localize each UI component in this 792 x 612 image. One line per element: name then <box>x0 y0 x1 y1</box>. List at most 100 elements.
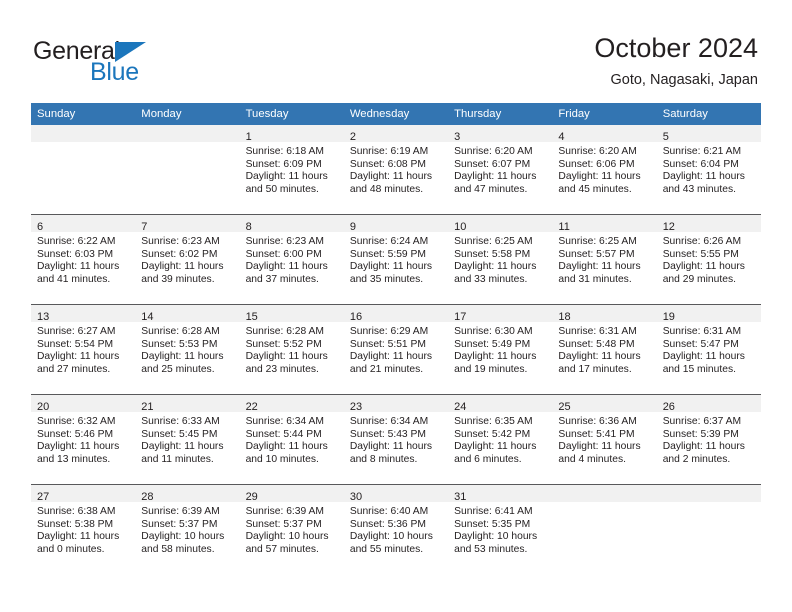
sunrise-text: Sunrise: 6:26 AM <box>662 236 742 247</box>
daylight-text: Daylight: 11 hours and 2 minutes. <box>662 441 745 465</box>
brand-logo[interactable]: General Blue <box>33 38 233 90</box>
daylight-text: Daylight: 11 hours and 4 minutes. <box>558 441 641 465</box>
sunset-text: Sunset: 6:02 PM <box>141 248 218 260</box>
daylight-text: Daylight: 11 hours and 27 minutes. <box>37 351 120 375</box>
daylight-text: Daylight: 10 hours and 58 minutes. <box>141 531 225 555</box>
calendar-day-cell[interactable]: 11 Sunrise: 6:25 AM Sunset: 5:57 PM Dayligh… <box>552 214 657 305</box>
calendar-day-cell[interactable]: 4 Sunrise: 6:20 AM Sunset: 6:06 PM Daylight… <box>552 125 657 215</box>
calendar-day-cell[interactable]: 20 Sunrise: 6:32 AM Sunset: 5:46 PM Dayligh… <box>31 394 136 485</box>
calendar-day-cell[interactable]: 24 Sunrise: 6:35 AM Sunset: 5:42 PM Dayligh… <box>448 394 553 485</box>
day-number: 13 <box>37 311 50 323</box>
calendar-day-cell[interactable]: 3 Sunrise: 6:20 AM Sunset: 6:07 PM Daylight… <box>448 125 553 215</box>
day-number-band: 21 <box>135 395 240 413</box>
weekday-header-tuesday: Tuesday <box>239 103 344 125</box>
sunset-text: Sunset: 6:09 PM <box>245 158 322 170</box>
sunset-text: Sunset: 5:45 PM <box>141 428 218 440</box>
calendar-day-cell[interactable]: 14 Sunrise: 6:28 AM Sunset: 5:53 PM Dayligh… <box>135 304 240 395</box>
day-number: 30 <box>349 491 363 503</box>
day-details: Sunrise: 6:41 AM Sunset: 5:35 PM Daylight:… <box>448 502 552 556</box>
calendar-day-cell[interactable]: 1 Sunrise: 6:18 AM Sunset: 6:09 PM Daylight… <box>239 125 344 215</box>
page-title: October 2024 <box>594 33 758 63</box>
calendar-day-cell[interactable]: 25 Sunrise: 6:36 AM Sunset: 5:41 PM Dayligh… <box>552 394 657 485</box>
calendar-day-cell[interactable]: 29 Sunrise: 6:39 AM Sunset: 5:37 PM Dayligh… <box>239 484 344 574</box>
day-number: 5 <box>662 131 669 143</box>
day-details: Sunrise: 6:28 AM Sunset: 5:52 PM Daylight:… <box>240 322 344 376</box>
day-number: 14 <box>141 311 154 323</box>
calendar-day-cell[interactable]: 15 Sunrise: 6:28 AM Sunset: 5:52 PM Dayligh… <box>239 304 344 395</box>
calendar-day-cell[interactable]: 19 Sunrise: 6:31 AM Sunset: 5:47 PM Dayligh… <box>656 304 761 395</box>
day-number: 12 <box>662 221 675 233</box>
calendar-day-cell[interactable]: 13 Sunrise: 6:27 AM Sunset: 5:54 PM Dayligh… <box>31 304 136 395</box>
day-number-band: 15 <box>239 305 344 323</box>
sunset-text: Sunset: 6:08 PM <box>349 158 426 170</box>
calendar-day-cell[interactable]: 5 Sunrise: 6:21 AM Sunset: 6:04 PM Daylight… <box>656 125 761 215</box>
calendar-day-cell[interactable]: 28 Sunrise: 6:39 AM Sunset: 5:37 PM Dayligh… <box>135 484 240 574</box>
day-details: Sunrise: 6:25 AM Sunset: 5:58 PM Daylight:… <box>448 232 552 286</box>
sunset-text: Sunset: 5:41 PM <box>558 428 635 440</box>
daylight-text: Daylight: 11 hours and 19 minutes. <box>454 351 537 375</box>
day-number: 9 <box>349 221 356 233</box>
sunrise-text: Sunrise: 6:31 AM <box>662 326 742 337</box>
sunset-text: Sunset: 5:53 PM <box>141 338 218 350</box>
day-details: Sunrise: 6:40 AM Sunset: 5:36 PM Daylight:… <box>344 502 448 556</box>
day-details: Sunrise: 6:29 AM Sunset: 5:51 PM Daylight:… <box>344 322 448 376</box>
day-number: 22 <box>245 401 258 413</box>
calendar-day-cell[interactable]: 6 Sunrise: 6:22 AM Sunset: 6:03 PM Daylight… <box>31 214 136 305</box>
calendar-day-cell[interactable]: 17 Sunrise: 6:30 AM Sunset: 5:49 PM Dayligh… <box>448 304 553 395</box>
day-details: Sunrise: 6:20 AM Sunset: 6:06 PM Daylight:… <box>552 142 656 196</box>
calendar-day-cell[interactable]: 10 Sunrise: 6:25 AM Sunset: 5:58 PM Dayligh… <box>448 214 553 305</box>
sunrise-text: Sunrise: 6:18 AM <box>245 146 324 157</box>
sunrise-text: Sunrise: 6:33 AM <box>141 416 220 427</box>
calendar-day-cell[interactable]: 30 Sunrise: 6:40 AM Sunset: 5:36 PM Dayligh… <box>343 484 449 574</box>
sunset-text: Sunset: 5:42 PM <box>454 428 531 440</box>
calendar-day-cell[interactable]: 22 Sunrise: 6:34 AM Sunset: 5:44 PM Dayligh… <box>239 394 344 485</box>
calendar-week-row: 1 Sunrise: 6:18 AM Sunset: 6:09 PM Daylight… <box>31 125 761 215</box>
sunrise-text: Sunrise: 6:40 AM <box>349 506 429 517</box>
sunset-text: Sunset: 5:51 PM <box>349 338 426 350</box>
page-header: General Blue October 2024 Goto, Nagasaki… <box>0 0 792 103</box>
day-number: 4 <box>558 131 565 143</box>
daylight-text: Daylight: 10 hours and 55 minutes. <box>349 531 433 555</box>
calendar-day-cell[interactable]: 2 Sunrise: 6:19 AM Sunset: 6:08 PM Daylight… <box>343 125 449 215</box>
calendar-day-cell[interactable]: 27 Sunrise: 6:38 AM Sunset: 5:38 PM Dayligh… <box>31 484 136 574</box>
daylight-text: Daylight: 11 hours and 8 minutes. <box>349 441 433 465</box>
calendar-day-cell[interactable]: 9 Sunrise: 6:24 AM Sunset: 5:59 PM Daylight… <box>343 214 449 305</box>
day-details: Sunrise: 6:36 AM Sunset: 5:41 PM Daylight:… <box>552 412 656 466</box>
sunrise-text: Sunrise: 6:20 AM <box>558 146 637 157</box>
calendar-day-cell[interactable]: 23 Sunrise: 6:34 AM Sunset: 5:43 PM Dayligh… <box>343 394 449 485</box>
calendar-table: Sunday Monday Tuesday Wednesday Thursday… <box>31 103 761 574</box>
daylight-text: Daylight: 11 hours and 17 minutes. <box>558 351 641 375</box>
calendar-day-cell[interactable]: 12 Sunrise: 6:26 AM Sunset: 5:55 PM Dayligh… <box>656 214 761 305</box>
day-number-band <box>135 125 240 142</box>
weekday-header-thursday: Thursday <box>448 103 553 125</box>
sunrise-text: Sunrise: 6:24 AM <box>349 236 429 247</box>
day-number: 27 <box>37 491 50 503</box>
daylight-text: Daylight: 11 hours and 48 minutes. <box>349 171 433 195</box>
calendar-day-cell[interactable]: 21 Sunrise: 6:33 AM Sunset: 5:45 PM Dayligh… <box>135 394 240 485</box>
sunset-text: Sunset: 5:52 PM <box>245 338 322 350</box>
calendar-day-cell[interactable]: 31 Sunrise: 6:41 AM Sunset: 5:35 PM Dayligh… <box>448 484 553 574</box>
sunset-text: Sunset: 6:03 PM <box>37 248 114 260</box>
sunrise-text: Sunrise: 6:25 AM <box>558 236 637 247</box>
sunset-text: Sunset: 5:39 PM <box>662 428 739 440</box>
sunset-text: Sunset: 5:37 PM <box>245 518 322 530</box>
day-number: 20 <box>37 401 50 413</box>
calendar-day-cell[interactable]: 8 Sunrise: 6:23 AM Sunset: 6:00 PM Daylight… <box>239 214 344 305</box>
calendar-day-cell[interactable]: 7 Sunrise: 6:23 AM Sunset: 6:02 PM Daylight… <box>135 214 240 305</box>
day-number-band: 10 <box>448 215 553 233</box>
day-details: Sunrise: 6:37 AM Sunset: 5:39 PM Daylight:… <box>657 412 761 466</box>
day-number-band: 3 <box>448 125 553 143</box>
daylight-text: Daylight: 11 hours and 39 minutes. <box>141 261 224 285</box>
calendar-day-cell[interactable]: 16 Sunrise: 6:29 AM Sunset: 5:51 PM Dayligh… <box>343 304 449 395</box>
calendar-day-cell[interactable]: 18 Sunrise: 6:31 AM Sunset: 5:48 PM Dayligh… <box>552 304 657 395</box>
calendar-week-row: 6 Sunrise: 6:22 AM Sunset: 6:03 PM Daylight… <box>31 214 761 305</box>
day-number-band: 26 <box>656 395 761 413</box>
day-number-band: 2 <box>343 125 449 143</box>
day-number: 26 <box>662 401 675 413</box>
sunset-text: Sunset: 5:48 PM <box>558 338 635 350</box>
sunset-text: Sunset: 5:47 PM <box>662 338 739 350</box>
calendar-day-cell[interactable]: 26 Sunrise: 6:37 AM Sunset: 5:39 PM Dayligh… <box>656 394 761 485</box>
sunset-text: Sunset: 5:37 PM <box>141 518 218 530</box>
day-number: 8 <box>245 221 252 233</box>
day-number: 10 <box>454 221 467 233</box>
